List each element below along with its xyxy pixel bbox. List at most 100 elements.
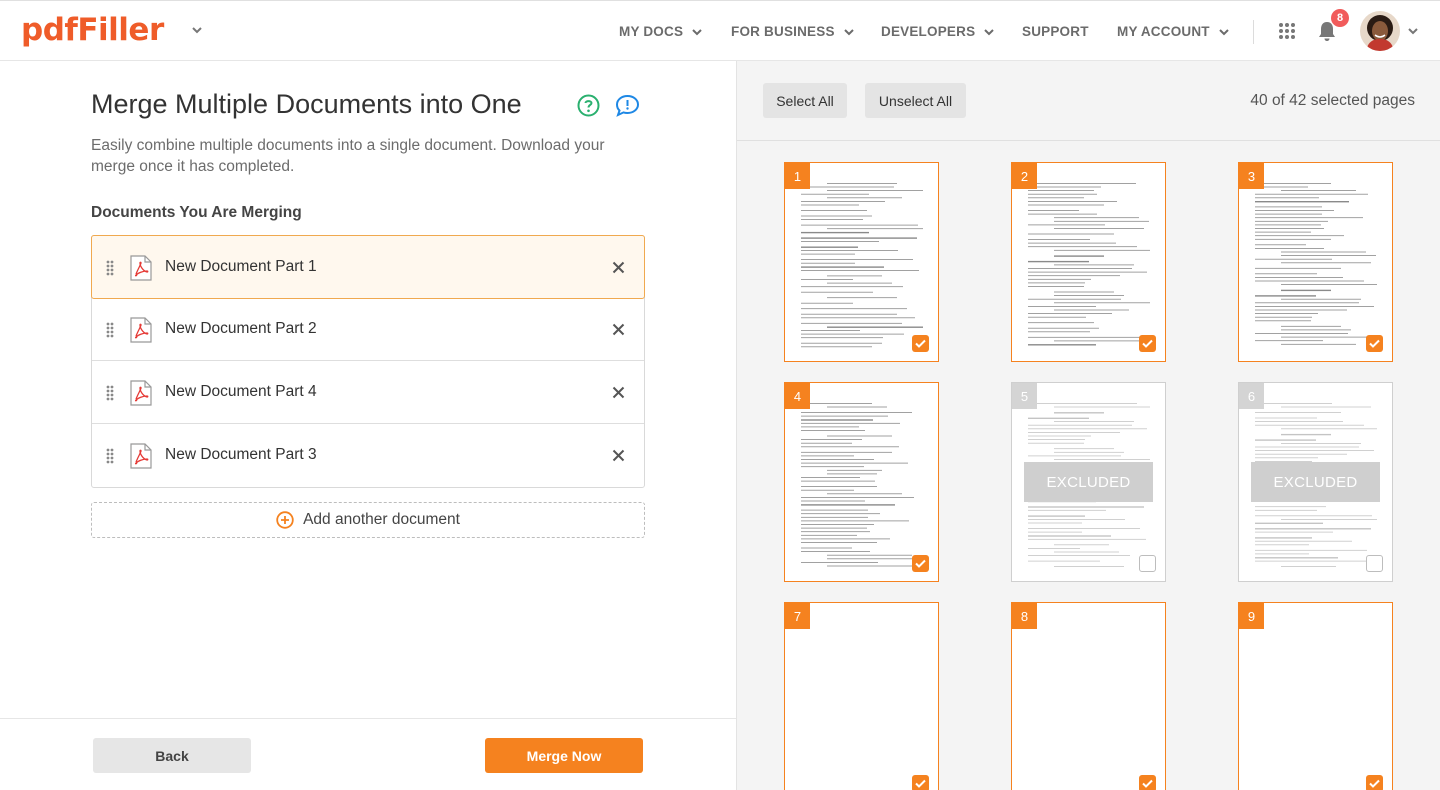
footer-actions: Back Merge Now [0,718,736,790]
nav-my-docs[interactable]: MY DOCS [619,24,702,39]
document-name: New Document Part 3 [165,446,317,463]
checkmark-icon [915,339,926,348]
apps-grid-icon[interactable] [1278,22,1296,40]
back-button[interactable]: Back [93,738,251,773]
top-header: pdfFiller MY DOCS FOR BUSINESS DEVELOPER… [0,0,1440,61]
checkmark-icon [915,559,926,568]
page-checkbox[interactable] [912,775,929,790]
page-thumbnail[interactable]: 3 [1238,162,1393,362]
page-checkbox[interactable] [1139,335,1156,352]
select-all-button[interactable]: Select All [763,83,847,118]
page-thumbnail[interactable]: 6 EXCLUDED [1238,382,1393,582]
page-thumbnail[interactable]: 9 [1238,602,1393,790]
page-text-lines [1028,183,1150,346]
nav-label: MY DOCS [619,24,684,39]
page-number: 2 [1012,163,1037,189]
avatar-image [1360,11,1400,51]
page-thumbnail[interactable]: 4 [784,382,939,582]
nav-label: MY ACCOUNT [1117,24,1210,39]
document-item[interactable]: New Document Part 2 [92,298,644,361]
section-label: Documents You Are Merging [91,204,302,221]
feedback-chat-icon[interactable] [615,94,640,117]
selection-toolbar: Select All Unselect All 40 of 42 selecte… [737,61,1440,141]
page-number: 4 [785,383,810,409]
document-list: New Document Part 1 New Document Part 2 … [91,235,645,488]
page-number: 5 [1012,383,1037,409]
page-thumbnail[interactable]: 8 [1011,602,1166,790]
pdf-file-icon [130,380,152,406]
nav-support[interactable]: SUPPORT [1022,24,1089,39]
document-name: New Document Part 2 [165,320,317,337]
page-text-lines [801,403,922,567]
page-title: Merge Multiple Documents into One [91,89,522,119]
page-checkbox[interactable] [1139,555,1156,572]
excluded-label: EXCLUDED [1024,462,1153,502]
pdf-file-icon [130,317,152,343]
plus-circle-icon [276,511,294,529]
add-document-label: Add another document [303,511,460,528]
checkmark-icon [1142,339,1153,348]
drag-handle-icon[interactable] [106,322,114,338]
page-selection-panel: Select All Unselect All 40 of 42 selecte… [736,61,1440,790]
checkmark-icon [1369,339,1380,348]
page-number: 9 [1239,603,1264,629]
checkmark-icon [915,779,926,788]
nav-label: FOR BUSINESS [731,24,835,39]
nav-my-account[interactable]: MY ACCOUNT [1117,24,1229,39]
pdffiller-logo[interactable]: pdfFiller [21,12,164,48]
chevron-down-icon[interactable] [190,23,204,37]
close-icon[interactable] [612,261,625,274]
nav-label: DEVELOPERS [881,24,976,39]
page-number: 3 [1239,163,1264,189]
page-number: 7 [785,603,810,629]
chevron-down-icon [984,28,994,35]
page-text-lines [1255,183,1377,345]
document-item[interactable]: New Document Part 1 [91,235,645,299]
add-document-button[interactable]: Add another document [91,502,645,538]
drag-handle-icon[interactable] [106,448,114,464]
notification-badge: 8 [1331,9,1349,27]
checkmark-icon [1369,779,1380,788]
page-thumbnail[interactable]: 2 [1011,162,1166,362]
page-thumbnail[interactable]: 7 [784,602,939,790]
pdf-file-icon [130,443,152,469]
chevron-down-icon [1219,28,1229,35]
close-icon[interactable] [612,323,625,336]
drag-handle-icon[interactable] [106,385,114,401]
document-item[interactable]: New Document Part 3 [92,424,644,487]
page-checkbox[interactable] [1366,555,1383,572]
excluded-label: EXCLUDED [1251,462,1380,502]
chevron-down-icon [843,28,854,35]
close-icon[interactable] [612,449,625,462]
chevron-down-icon [692,28,702,35]
page-checkbox[interactable] [1366,335,1383,352]
pdf-file-icon [130,255,152,281]
nav-label: SUPPORT [1022,24,1089,39]
page-checkbox[interactable] [1366,775,1383,790]
drag-handle-icon[interactable] [106,260,114,276]
document-item[interactable]: New Document Part 4 [92,361,644,424]
page-text-lines [801,183,923,348]
merge-panel: Merge Multiple Documents into One Easily… [0,61,736,790]
page-thumbnail[interactable]: 5 EXCLUDED [1011,382,1166,582]
nav-for-business[interactable]: FOR BUSINESS [731,24,854,39]
page-checkbox[interactable] [912,335,929,352]
chevron-down-icon[interactable] [1406,24,1420,38]
nav-developers[interactable]: DEVELOPERS [881,24,994,39]
help-icon[interactable] [577,94,600,117]
nav-divider [1253,20,1254,44]
page-checkbox[interactable] [1139,775,1156,790]
page-checkbox[interactable] [912,555,929,572]
page-description: Easily combine multiple documents into a… [91,137,605,175]
close-icon[interactable] [612,386,625,399]
unselect-all-button[interactable]: Unselect All [865,83,966,118]
page-number: 1 [785,163,810,189]
page-number: 8 [1012,603,1037,629]
document-name: New Document Part 4 [165,383,317,400]
document-name: New Document Part 1 [165,258,317,275]
merge-now-button[interactable]: Merge Now [485,738,643,773]
avatar[interactable] [1360,11,1400,51]
page-thumbnail[interactable]: 1 [784,162,939,362]
page-number: 6 [1239,383,1264,409]
selected-pages-count: 40 of 42 selected pages [1250,92,1415,109]
